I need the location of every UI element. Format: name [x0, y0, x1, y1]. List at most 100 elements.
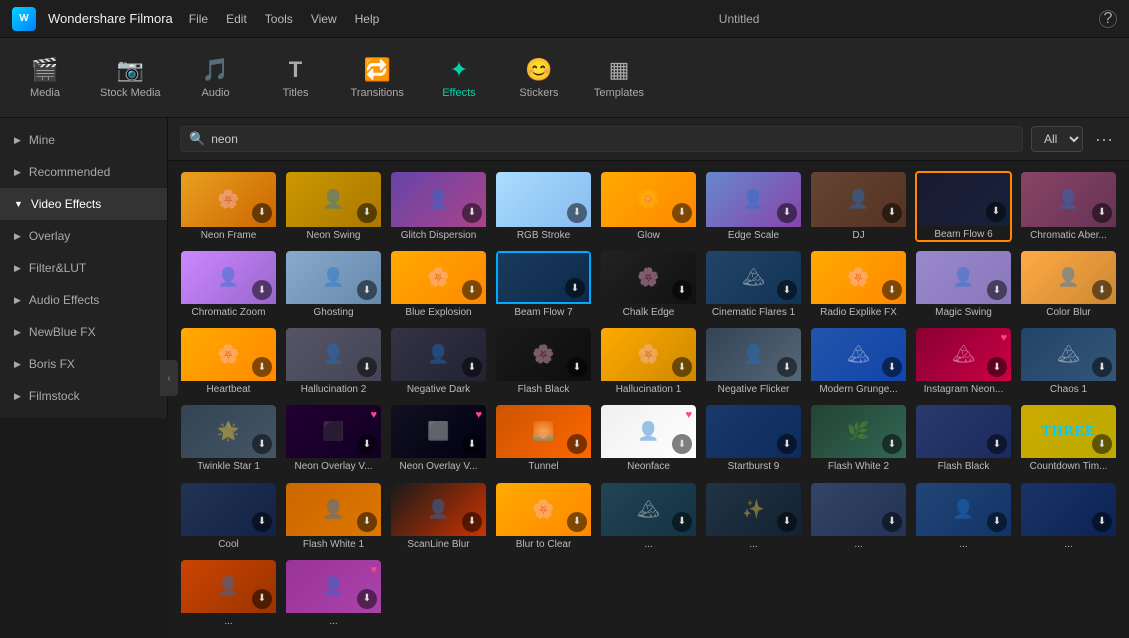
effect-card-blue-explosion[interactable]: 🌸⬇Blue Explosion [390, 250, 487, 319]
download-button-neon-swing[interactable]: ⬇ [357, 203, 377, 223]
effect-card-row5-7[interactable]: 👤⬇♥... [285, 559, 382, 628]
effect-card-glow[interactable]: 🌼⬇Glow [600, 171, 697, 242]
download-button-chalk-edge[interactable]: ⬇ [672, 280, 692, 300]
sidebar-item-overlay[interactable]: ▶ Overlay [0, 220, 167, 252]
effect-card-row5-4[interactable]: 👤⬇... [915, 482, 1012, 551]
tool-audio[interactable]: 🎵 Audio [191, 57, 241, 99]
sidebar-item-video-effects[interactable]: ▼ Video Effects [0, 188, 167, 220]
download-button-edge-scale[interactable]: ⬇ [777, 203, 797, 223]
effect-card-row5-2[interactable]: ✨⬇... [705, 482, 802, 551]
effect-card-neon-overlay-v1[interactable]: ⬛⬇♥Neon Overlay V... [285, 404, 382, 473]
sidebar-item-filmstock[interactable]: ▶ Filmstock [0, 380, 167, 412]
download-button-countdown[interactable]: ⬇ [1092, 434, 1112, 454]
heart-button-row5-7[interactable]: ♥ [370, 564, 377, 576]
heart-button-neon-overlay-v1[interactable]: ♥ [370, 409, 377, 421]
more-options-button[interactable]: ··· [1091, 129, 1117, 150]
download-button-color-blur[interactable]: ⬇ [1092, 280, 1112, 300]
download-button-glow[interactable]: ⬇ [672, 203, 692, 223]
download-button-neon-overlay-v1[interactable]: ⬇ [357, 434, 377, 454]
download-button-flash-white-1[interactable]: ⬇ [357, 512, 377, 532]
sidebar-item-newblue-fx[interactable]: ▶ NewBlue FX [0, 316, 167, 348]
sidebar-item-filter-lut[interactable]: ▶ Filter&LUT [0, 252, 167, 284]
sidebar-item-recommended[interactable]: ▶ Recommended [0, 156, 167, 188]
menu-file[interactable]: File [189, 12, 208, 26]
effect-card-glitch-dispersion[interactable]: 👤⬇Glitch Dispersion [390, 171, 487, 242]
info-button[interactable]: ? [1099, 10, 1117, 28]
download-button-flash-black-2[interactable]: ⬇ [987, 434, 1007, 454]
download-button-row5-1[interactable]: ⬇ [672, 512, 692, 532]
sidebar-item-audio-effects[interactable]: ▶ Audio Effects [0, 284, 167, 316]
effect-card-chromatic-zoom[interactable]: 👤⬇Chromatic Zoom [180, 250, 277, 319]
download-button-row5-2[interactable]: ⬇ [777, 512, 797, 532]
menu-tools[interactable]: Tools [265, 12, 293, 26]
download-button-blue-explosion[interactable]: ⬇ [462, 280, 482, 300]
download-button-heartbeat[interactable]: ⬇ [252, 357, 272, 377]
tool-stock-media[interactable]: 📷 Stock Media [100, 57, 161, 99]
sidebar-item-mine[interactable]: ▶ Mine [0, 124, 167, 156]
tool-transitions[interactable]: 🔁 Transitions [351, 57, 404, 99]
download-button-radio-explike[interactable]: ⬇ [882, 280, 902, 300]
download-button-flash-white-2[interactable]: ⬇ [882, 434, 902, 454]
download-button-instagram-neon[interactable]: ⬇ [987, 357, 1007, 377]
effect-card-negative-dark[interactable]: 👤⬇Negative Dark [390, 327, 487, 396]
download-button-modern-grunge[interactable]: ⬇ [882, 357, 902, 377]
effect-card-chaos-1[interactable]: 🏔⬇Chaos 1 [1020, 327, 1117, 396]
effect-card-row5-3[interactable]: ⬇... [810, 482, 907, 551]
download-button-chromatic-zoom[interactable]: ⬇ [252, 280, 272, 300]
download-button-row5-4[interactable]: ⬇ [987, 512, 1007, 532]
download-button-row5-3[interactable]: ⬇ [882, 512, 902, 532]
download-button-negative-dark[interactable]: ⬇ [462, 357, 482, 377]
heart-button-neonface[interactable]: ♥ [685, 409, 692, 421]
heart-button-neon-overlay-v2[interactable]: ♥ [475, 409, 482, 421]
download-button-cinematic-flares[interactable]: ⬇ [777, 280, 797, 300]
effect-card-twinkle-star-1[interactable]: 🌟⬇Twinkle Star 1 [180, 404, 277, 473]
download-button-rgb-stroke[interactable]: ⬇ [567, 203, 587, 223]
effect-card-color-blur[interactable]: 👤⬇Color Blur [1020, 250, 1117, 319]
effect-card-neon-overlay-v2[interactable]: ⬜⬇♥Neon Overlay V... [390, 404, 487, 473]
effect-card-heartbeat[interactable]: 🌸⬇Heartbeat [180, 327, 277, 396]
download-button-beam-flow-7[interactable]: ⬇ [565, 278, 585, 298]
download-button-dj[interactable]: ⬇ [882, 203, 902, 223]
download-button-neon-frame[interactable]: ⬇ [252, 203, 272, 223]
effect-card-dj[interactable]: 👤⬇DJ [810, 171, 907, 242]
tool-media[interactable]: 🎬 Media [20, 57, 70, 99]
effect-card-ghosting[interactable]: 👤⬇Ghosting [285, 250, 382, 319]
download-button-flash-black[interactable]: ⬇ [567, 357, 587, 377]
effect-card-flash-black-2[interactable]: ⬇Flash Black [915, 404, 1012, 473]
download-button-chromatic-aber[interactable]: ⬇ [1092, 203, 1112, 223]
effect-card-flash-white-1[interactable]: 👤⬇Flash White 1 [285, 482, 382, 551]
download-button-hallucination-1[interactable]: ⬇ [672, 357, 692, 377]
effect-card-tunnel[interactable]: 🌅⬇Tunnel [495, 404, 592, 473]
download-button-chaos-1[interactable]: ⬇ [1092, 357, 1112, 377]
effect-card-modern-grunge[interactable]: 🏔⬇Modern Grunge... [810, 327, 907, 396]
effect-card-flash-white-2[interactable]: 🌿⬇Flash White 2 [810, 404, 907, 473]
download-button-glitch-dispersion[interactable]: ⬇ [462, 203, 482, 223]
effect-card-blur-to-clear[interactable]: 🌸⬇Blur to Clear [495, 482, 592, 551]
download-button-beam-flow-6[interactable]: ⬇ [986, 202, 1006, 222]
download-button-neon-overlay-v2[interactable]: ⬇ [462, 434, 482, 454]
sidebar-collapse-button[interactable]: ‹ [160, 360, 178, 396]
effect-card-cool[interactable]: ⬇Cool [180, 482, 277, 551]
effect-card-magic-swing[interactable]: 👤⬇Magic Swing [915, 250, 1012, 319]
menu-view[interactable]: View [311, 12, 337, 26]
download-button-startburst-9[interactable]: ⬇ [777, 434, 797, 454]
effect-card-hallucination-2[interactable]: 👤⬇Hallucination 2 [285, 327, 382, 396]
tool-effects[interactable]: ✦ Effects [434, 57, 484, 99]
effect-card-neon-swing[interactable]: 👤⬇Neon Swing [285, 171, 382, 242]
effect-card-edge-scale[interactable]: 👤⬇Edge Scale [705, 171, 802, 242]
effect-card-negative-flicker[interactable]: 👤⬇Negative Flicker [705, 327, 802, 396]
filter-select[interactable]: All [1031, 126, 1083, 152]
download-button-row5-5[interactable]: ⬇ [1092, 512, 1112, 532]
effect-card-chalk-edge[interactable]: 🌸⬇Chalk Edge [600, 250, 697, 319]
menu-help[interactable]: Help [355, 12, 380, 26]
download-button-row5-7[interactable]: ⬇ [357, 589, 377, 609]
effect-card-instagram-neon[interactable]: 🏔⬇♥Instagram Neon... [915, 327, 1012, 396]
search-input[interactable] [211, 132, 1014, 146]
effect-card-row5-5[interactable]: ⬇... [1020, 482, 1117, 551]
tool-titles[interactable]: T Titles [271, 57, 321, 99]
download-button-negative-flicker[interactable]: ⬇ [777, 357, 797, 377]
effect-card-cinematic-flares[interactable]: 🏔⬇Cinematic Flares 1 [705, 250, 802, 319]
effect-card-row5-6[interactable]: 👤⬇... [180, 559, 277, 628]
heart-button-instagram-neon[interactable]: ♥ [1000, 332, 1007, 344]
effect-card-beam-flow-6[interactable]: ⬇Beam Flow 6 [915, 171, 1012, 242]
